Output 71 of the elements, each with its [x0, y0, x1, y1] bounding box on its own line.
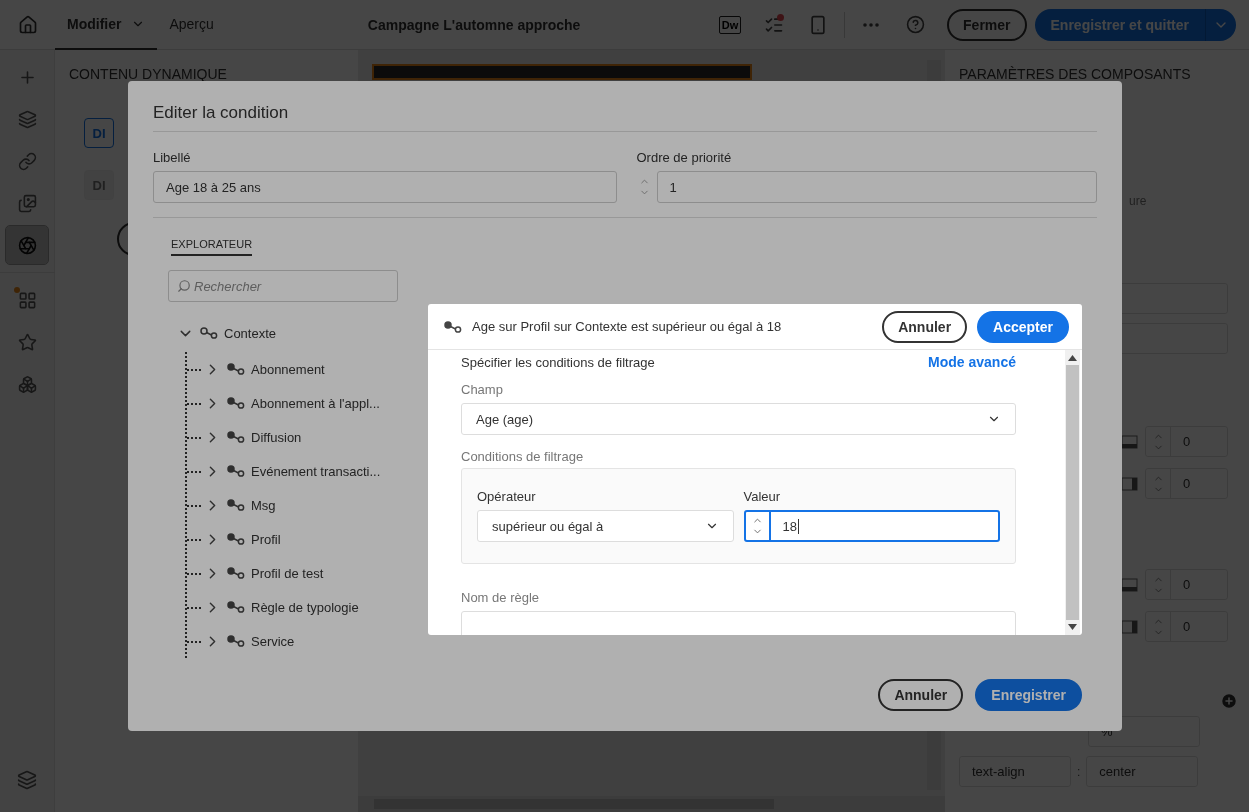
save-button[interactable]: Enregistrer — [975, 679, 1082, 711]
field-label: Ordre de priorité — [636, 150, 733, 165]
panel-heading: PARAMÈTRES DES COMPOSANTS — [959, 66, 1192, 82]
border-bottom-icon — [1121, 434, 1138, 449]
field-label: Valeur — [743, 489, 782, 504]
grid-icon — [17, 290, 37, 310]
border-bottom-icon — [1121, 577, 1138, 592]
document-title: Campagne L'automne approche — [367, 16, 581, 33]
dw-icon: Dw — [718, 15, 742, 34]
accept-button[interactable]: Accepter — [977, 310, 1069, 343]
tree-item[interactable]: Abonnement à l'appl... — [251, 395, 380, 411]
help-icon — [905, 15, 925, 34]
tree-item[interactable]: Evénement transacti... — [251, 463, 381, 479]
border-right-icon — [1121, 619, 1138, 634]
tree-item[interactable]: Service — [251, 633, 295, 649]
colon-separator: : — [1077, 764, 1081, 779]
field-label: Champ — [461, 382, 504, 397]
tree-item[interactable]: Profil de test — [251, 565, 324, 581]
link-node-icon — [227, 431, 245, 443]
link-node-icon — [227, 635, 245, 647]
operator-dropdown[interactable]: supérieur ou égal à — [477, 510, 734, 542]
aperture-icon — [17, 235, 37, 255]
field-label: Libellé — [153, 150, 192, 165]
boxes-icon — [17, 374, 37, 394]
field-label: Opérateur — [477, 489, 537, 504]
link-node-icon — [200, 327, 218, 339]
scroll-up-arrow-icon[interactable] — [1068, 355, 1077, 361]
link-node-icon — [227, 363, 245, 375]
link-node-icon — [227, 465, 245, 477]
link-node-icon — [227, 601, 245, 613]
input-field[interactable]: 1 — [656, 171, 1097, 203]
cancel-button[interactable]: Annuler — [878, 679, 964, 711]
link-node-icon — [227, 499, 245, 511]
link-node-icon — [227, 567, 245, 579]
layers-icon — [17, 109, 37, 129]
link-node-icon — [227, 533, 245, 545]
link-node-icon — [227, 397, 245, 409]
more-icon — [863, 22, 880, 27]
tree-item[interactable]: Profil — [251, 531, 281, 547]
scroll-down-arrow-icon[interactable] — [1068, 624, 1077, 630]
tree-item[interactable]: Msg — [251, 497, 276, 513]
section-title: Spécifier les conditions de filtrage — [461, 354, 655, 370]
layers-icon — [17, 770, 37, 790]
rail-button[interactable] — [6, 226, 48, 264]
add-icon[interactable] — [1220, 692, 1238, 710]
cancel-button[interactable]: Annuler — [882, 310, 968, 343]
link-node-icon — [444, 320, 462, 333]
input-field[interactable]: Age 18 à 25 ans — [153, 171, 617, 203]
search-icon — [177, 279, 191, 293]
tree-item[interactable]: Contexte — [224, 325, 277, 341]
number-field[interactable]: 18 — [743, 510, 1000, 542]
home-icon — [17, 14, 38, 35]
border-right-icon — [1121, 476, 1138, 491]
save-menu-button[interactable] — [1205, 8, 1236, 41]
tree-item[interactable]: Règle de typologie — [251, 599, 359, 615]
input-field[interactable] — [461, 611, 1016, 635]
star-icon — [17, 332, 37, 352]
images-icon — [17, 193, 37, 213]
dialog-title: Editer la condition — [153, 103, 1097, 132]
tab[interactable]: EXPLORATEUR — [171, 238, 253, 256]
link-icon — [17, 151, 37, 171]
field-dropdown[interactable]: Age (age) — [461, 403, 1016, 435]
condition-summary: Age sur Profil sur Contexte est supérieur ou égal à 18 — [472, 319, 783, 334]
tree-item[interactable]: Diffusion — [251, 429, 302, 445]
field-label: Nom de règle — [461, 590, 541, 605]
field-label: Conditions de filtrage — [461, 449, 585, 464]
advanced-mode-link[interactable]: Mode avancé — [928, 354, 1016, 370]
scroll-thumb[interactable] — [1066, 365, 1079, 620]
tree-item[interactable]: Abonnement — [251, 361, 325, 377]
status-dot — [14, 287, 20, 293]
panel-heading: CONTENU DYNAMIQUE — [69, 66, 228, 82]
